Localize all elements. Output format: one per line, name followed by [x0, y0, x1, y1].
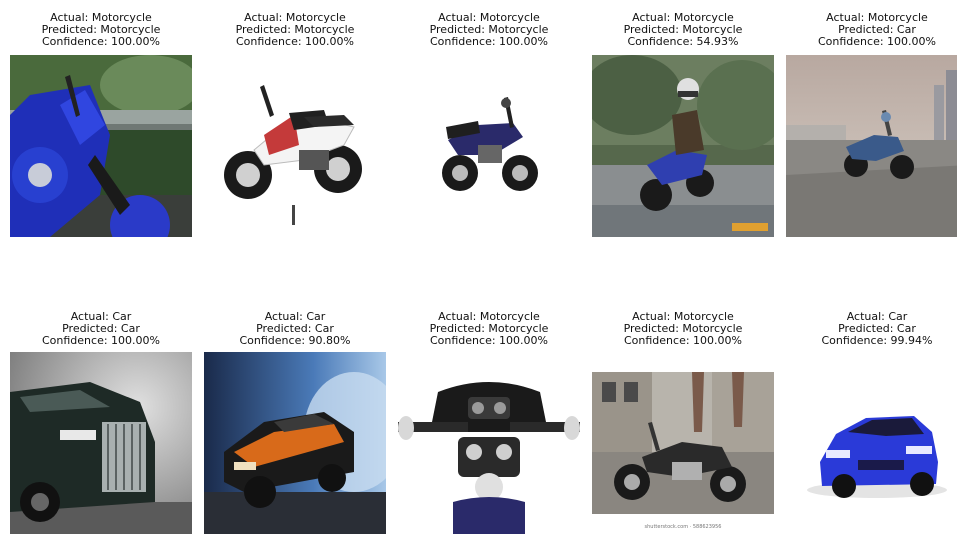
grid-cell-7: Actual: Car Predicted: Car Confidence: 9…	[204, 311, 386, 347]
confidence-label: Confidence: 100.00%	[430, 35, 548, 48]
grid-cell-9: Actual: Motorcycle Predicted: Motorcycle…	[592, 311, 774, 347]
grid-cell-4: Actual: Motorcycle Predicted: Motorcycle…	[592, 12, 774, 48]
cell-caption: Actual: Car Predicted: Car Confidence: 9…	[204, 311, 386, 347]
motorcycle-image-8	[398, 352, 580, 534]
grid-cell-3: Actual: Motorcycle Predicted: Motorcycle…	[398, 12, 580, 48]
cell-caption: Actual: Car Predicted: Car Confidence: 9…	[786, 311, 957, 347]
confidence-label: Confidence: 100.00%	[818, 35, 936, 48]
car-image-10	[786, 352, 957, 534]
confidence-label: Confidence: 99.94%	[821, 334, 933, 347]
cell-caption: Actual: Car Predicted: Car Confidence: 1…	[10, 311, 192, 347]
grid-cell-2: Actual: Motorcycle Predicted: Motorcycle…	[204, 12, 386, 48]
motorcycle-image-2	[204, 55, 386, 237]
confidence-label: Confidence: 100.00%	[236, 35, 354, 48]
grid-cell-1: Actual: Motorcycle Predicted: Motorcycle…	[10, 12, 192, 48]
cell-caption: Actual: Motorcycle Predicted: Motorcycle…	[10, 12, 192, 48]
grid-cell-5: Actual: Motorcycle Predicted: Car Confid…	[786, 12, 957, 48]
cell-caption: Actual: Motorcycle Predicted: Motorcycle…	[592, 12, 774, 48]
grid-cell-6: Actual: Car Predicted: Car Confidence: 1…	[10, 311, 192, 347]
watermark-text: shutterstock.com · 588623956	[644, 524, 722, 530]
confidence-label: Confidence: 100.00%	[430, 334, 548, 347]
confidence-label: Confidence: 100.00%	[42, 334, 160, 347]
confidence-label: Confidence: 54.93%	[627, 35, 739, 48]
confidence-label: Confidence: 100.00%	[42, 35, 160, 48]
cell-caption: Actual: Motorcycle Predicted: Motorcycle…	[398, 311, 580, 347]
grid-cell-8: Actual: Motorcycle Predicted: Motorcycle…	[398, 311, 580, 347]
motorcycle-image-5	[786, 55, 957, 237]
cell-caption: Actual: Motorcycle Predicted: Motorcycle…	[204, 12, 386, 48]
confidence-label: Confidence: 90.80%	[239, 334, 351, 347]
confidence-label: Confidence: 100.00%	[624, 334, 742, 347]
cell-caption: Actual: Motorcycle Predicted: Motorcycle…	[592, 311, 774, 347]
motorcycle-image-9: shutterstock.com · 588623956	[592, 352, 774, 534]
car-image-7	[204, 352, 386, 534]
motorcycle-image-1	[10, 55, 192, 237]
cell-caption: Actual: Motorcycle Predicted: Motorcycle…	[398, 12, 580, 48]
motorcycle-image-4	[592, 55, 774, 237]
cell-caption: Actual: Motorcycle Predicted: Car Confid…	[786, 12, 957, 48]
grid-cell-10: Actual: Car Predicted: Car Confidence: 9…	[786, 311, 957, 347]
motorcycle-image-3	[398, 55, 580, 237]
car-image-6	[10, 352, 192, 534]
